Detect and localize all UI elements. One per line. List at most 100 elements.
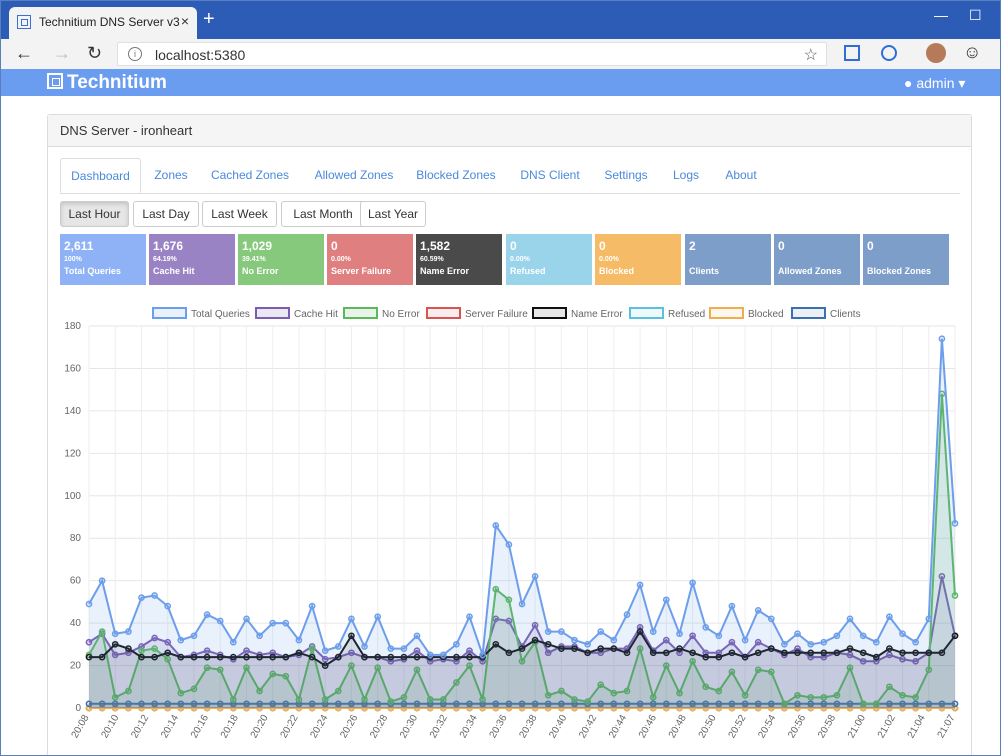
- minimize-button[interactable]: —: [934, 7, 948, 23]
- data-point: [531, 573, 539, 580]
- legend-swatch: [791, 307, 826, 319]
- stat-refused: 0 0.00% Refused: [506, 234, 592, 285]
- stat-percent: 0.00%: [331, 256, 351, 263]
- data-point: [203, 611, 211, 618]
- data-point: [492, 522, 500, 529]
- main-tabs: Dashboard Zones Cached Zones Allowed Zon…: [60, 158, 960, 194]
- x-tick-label: 20:58: [816, 713, 838, 741]
- x-tick-label: 20:36: [488, 713, 510, 741]
- browser-window: Technitium DNS Server v3 - ironheart × +…: [0, 0, 1001, 756]
- x-tick-label: 21:04: [906, 713, 928, 741]
- y-tick-label: 120: [64, 448, 81, 459]
- stat-percent: [778, 256, 856, 266]
- data-point: [794, 630, 801, 638]
- stat-clients: 2 Clients: [685, 234, 771, 285]
- stat-name-error: 1,582 60.59% Name Error: [416, 234, 502, 285]
- site-info-icon[interactable]: i: [128, 47, 142, 61]
- tab-dashboard[interactable]: Dashboard: [60, 158, 141, 193]
- legend-label: Name Error: [571, 309, 623, 320]
- y-tick-label: 100: [64, 491, 81, 502]
- tab-zones[interactable]: Zones: [146, 158, 196, 193]
- feedback-smiley-icon[interactable]: ☺: [963, 42, 981, 62]
- brand-logo[interactable]: Technitium: [47, 72, 167, 94]
- forward-button[interactable]: →: [53, 43, 71, 63]
- x-tick-label: 20:12: [129, 713, 151, 741]
- new-tab-button[interactable]: +: [203, 9, 215, 29]
- user-menu[interactable]: ● admin ▾: [904, 75, 965, 92]
- data-point: [636, 581, 644, 589]
- url-text[interactable]: localhost:5380: [155, 47, 245, 63]
- data-point: [295, 636, 303, 644]
- legend-swatch: [709, 307, 744, 319]
- tab-close-icon[interactable]: ×: [181, 13, 189, 29]
- data-point: [426, 651, 434, 659]
- legend-swatch: [255, 307, 290, 319]
- data-point: [571, 636, 578, 644]
- favorite-star-icon[interactable]: ☆: [804, 45, 818, 65]
- legend-swatch: [629, 307, 664, 319]
- stat-percent: 0.00%: [599, 256, 619, 263]
- y-tick-label: 0: [75, 703, 81, 714]
- x-tick-label: 20:50: [697, 713, 719, 741]
- reading-view-icon[interactable]: [844, 45, 860, 61]
- data-point: [361, 643, 368, 650]
- tab-blocked-zones[interactable]: Blocked Zones: [410, 158, 502, 193]
- data-point: [820, 638, 828, 646]
- tab-allowed-zones[interactable]: Allowed Zones: [308, 158, 400, 193]
- data-point: [649, 628, 657, 635]
- profile-avatar[interactable]: [926, 43, 946, 63]
- tab-about[interactable]: About: [716, 158, 766, 193]
- y-tick-label: 60: [70, 576, 82, 587]
- stat-server-failure: 0 0.00% Server Failure: [327, 234, 413, 285]
- data-point: [374, 613, 382, 621]
- address-bar[interactable]: i localhost:5380 ☆: [117, 42, 827, 66]
- x-tick-label: 21:07: [936, 713, 958, 741]
- x-tick-label: 20:56: [786, 713, 808, 741]
- tab-logs[interactable]: Logs: [664, 158, 708, 193]
- tab-settings[interactable]: Settings: [596, 158, 656, 193]
- x-tick-label: 20:42: [577, 713, 599, 741]
- y-tick-label: 180: [64, 321, 81, 332]
- legend-swatch: [152, 307, 187, 319]
- data-point: [558, 628, 565, 635]
- legend-label: Server Failure: [465, 309, 528, 320]
- panel-header: DNS Server - ironheart: [48, 115, 971, 147]
- stat-label: Server Failure: [331, 266, 392, 276]
- stat-label: Blocked Zones: [867, 266, 932, 276]
- stat-label: Cache Hit: [153, 266, 195, 276]
- data-point: [676, 630, 683, 638]
- data-point: [164, 602, 172, 610]
- caret-down-icon: ▾: [958, 75, 966, 91]
- stat-percent: [867, 256, 945, 266]
- data-point: [138, 594, 145, 601]
- x-tick-label: 20:38: [517, 713, 539, 741]
- data-point: [846, 615, 854, 623]
- legend-label: Clients: [830, 309, 861, 320]
- tab-cached-zones[interactable]: Cached Zones: [206, 158, 294, 193]
- range-last-hour-button[interactable]: Last Hour: [60, 201, 129, 227]
- reload-button[interactable]: ↻: [87, 43, 102, 63]
- stat-percent: 60.59%: [420, 256, 444, 263]
- title-bar: Technitium DNS Server v3 - ironheart × +…: [1, 1, 1000, 39]
- stat-value: 1,582: [420, 239, 451, 253]
- browser-tab[interactable]: Technitium DNS Server v3 - ironheart ×: [9, 7, 197, 39]
- maximize-button[interactable]: ☐: [969, 7, 982, 24]
- range-last-year-button[interactable]: Last Year: [360, 201, 426, 227]
- range-last-month-button[interactable]: Last Month: [281, 201, 365, 227]
- range-last-day-button[interactable]: Last Day: [133, 201, 199, 227]
- data-point: [925, 615, 933, 623]
- tab-dns-client[interactable]: DNS Client: [512, 158, 588, 193]
- data-point: [767, 615, 775, 623]
- legend-label: Cache Hit: [294, 309, 338, 320]
- legend-swatch: [343, 307, 378, 319]
- x-tick-label: 20:28: [368, 713, 390, 741]
- stat-label: Total Queries: [64, 266, 121, 276]
- data-point: [321, 647, 329, 655]
- range-last-week-button[interactable]: Last Week: [202, 201, 277, 227]
- stat-value: 0: [867, 239, 874, 253]
- data-point: [387, 645, 395, 652]
- x-tick-label: 20:34: [458, 713, 480, 741]
- y-tick-label: 40: [70, 618, 82, 629]
- extension-icon[interactable]: [881, 45, 897, 61]
- back-button[interactable]: ←: [15, 43, 33, 63]
